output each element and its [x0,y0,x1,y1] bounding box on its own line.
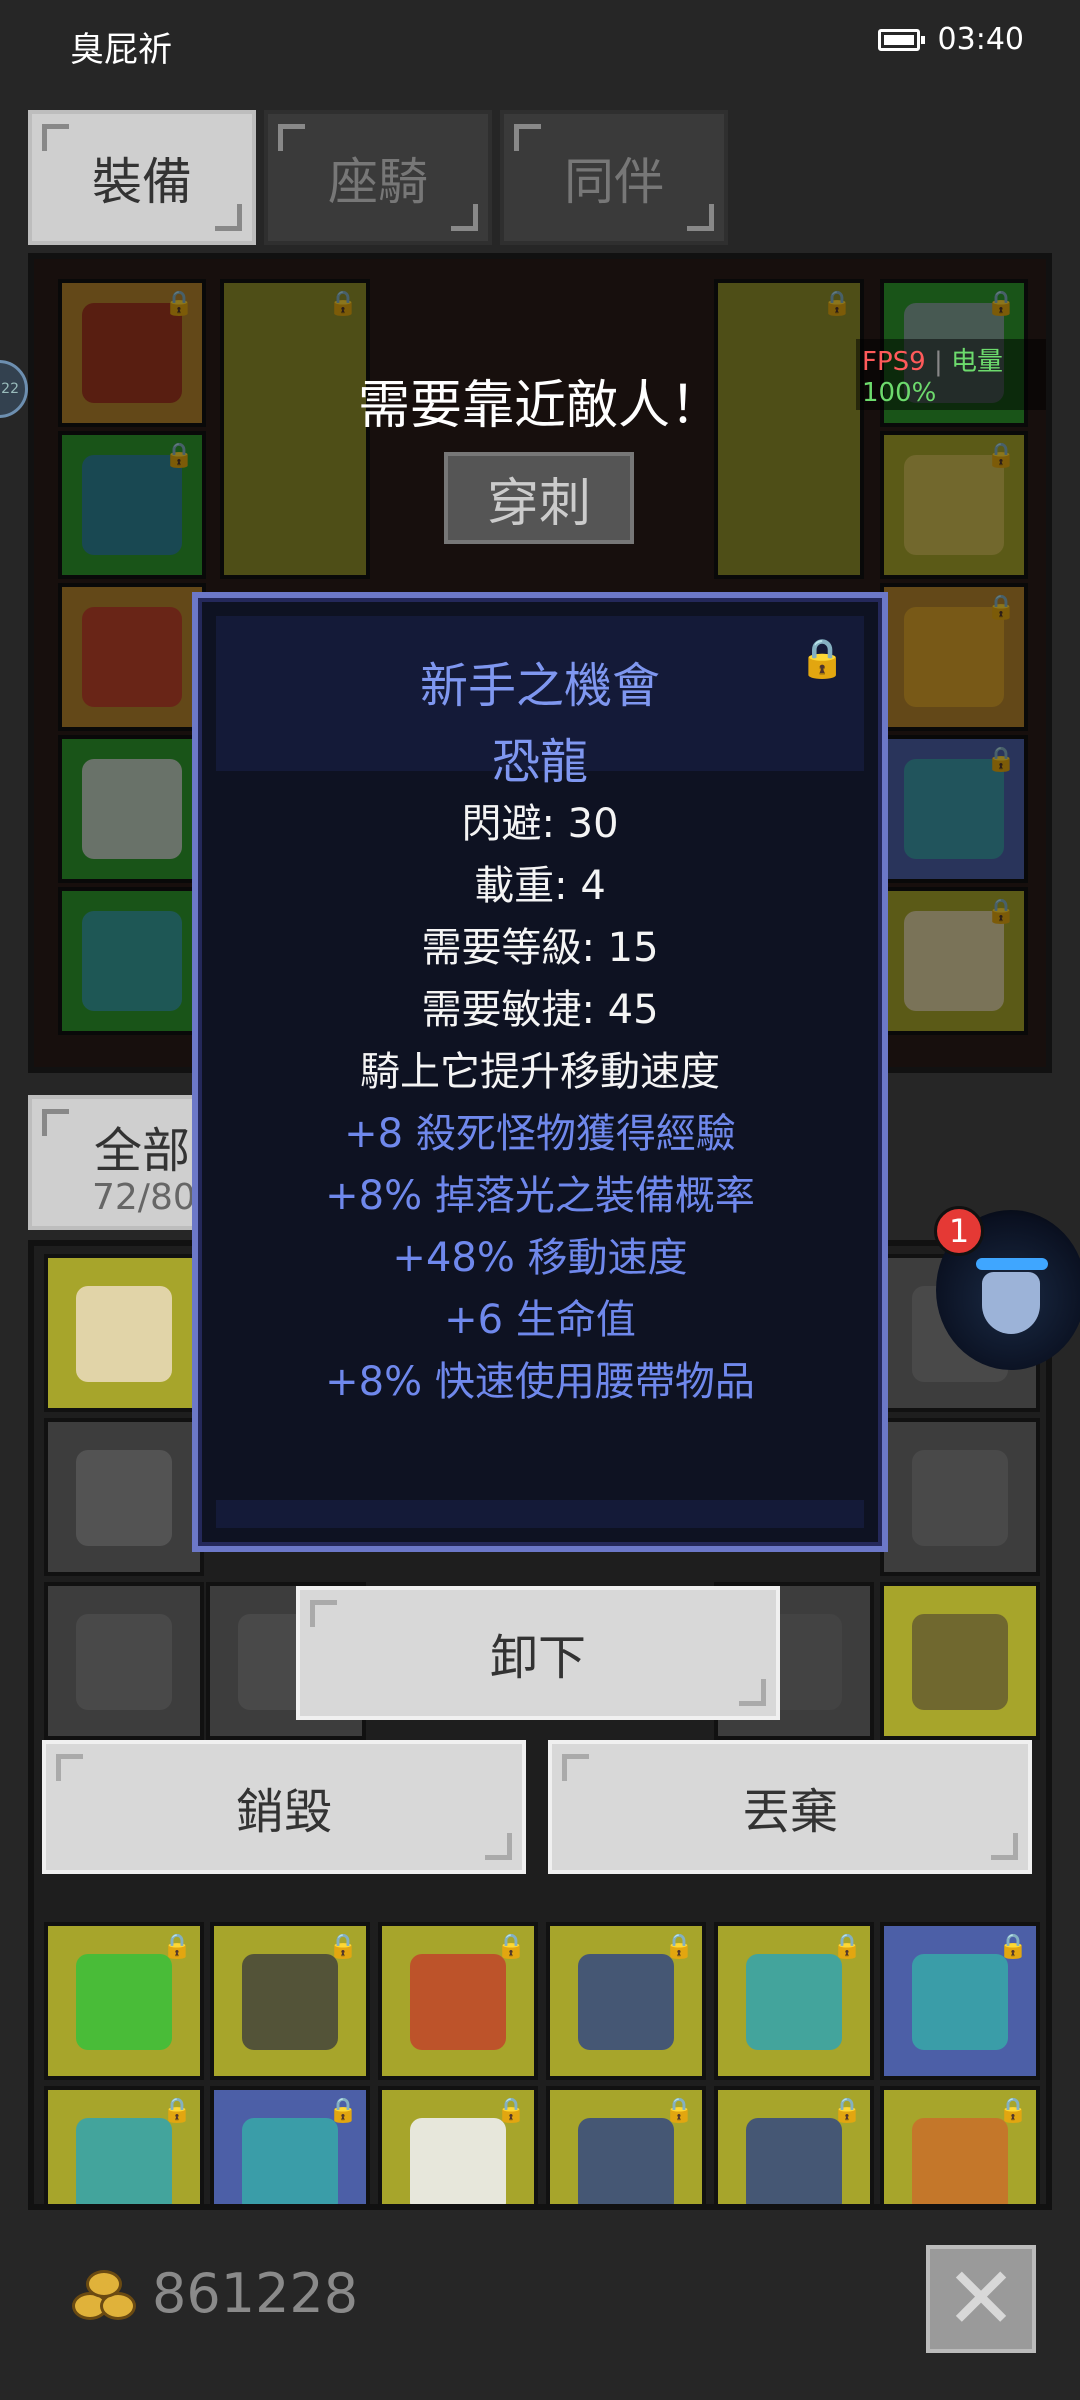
inventory-slot[interactable] [44,1254,204,1412]
stat-line: 載重: 4 [474,863,606,909]
carrier-name: 臭屁祈 [70,30,172,70]
lock-icon: 🔒 [664,2096,694,2124]
fps-label: FPS9 [862,347,926,377]
mace-icon [912,1450,1008,1546]
tab-mount[interactable]: 座騎 [264,110,492,245]
item-name: 新手之機會 [419,658,660,714]
destroy-button[interactable]: 銷毀 [42,1740,526,1874]
close-button[interactable]: ✕ [926,2245,1036,2353]
rabbit-icon [410,2118,506,2204]
penguin-icon [746,2118,842,2204]
status-bar: 臭屁祈 03:40 [0,0,1080,90]
lock-icon: 🔒 [328,1932,358,1960]
inventory-slot[interactable]: 🔒 [210,2086,370,2204]
pierce-skill-button[interactable]: 穿刺 [444,452,634,544]
inventory-slot[interactable]: 🔒 [378,1922,538,2080]
inventory-slot[interactable]: 🔒 [44,1922,204,2080]
inventory-tab-label: 全部 [94,1123,191,1179]
stat-line: 騎上它提升移動速度 [360,1049,720,1095]
lock-icon: 🔒 [998,2096,1028,2124]
inventory-slot[interactable]: 🔒 [880,1922,1040,2080]
lock-icon: 🔒 [664,1932,694,1960]
fps-power-readout: FPS9 | 电量100% [856,339,1046,410]
inventory-slot[interactable]: 🔒 [546,1922,706,2080]
lock-icon: 🔒 [496,2096,526,2124]
lock-icon[interactable]: 🔒 [799,636,846,681]
inventory-slot[interactable] [44,1418,204,1576]
side-bubble-label: 22 [1,381,19,397]
discard-button[interactable]: 丟棄 [548,1740,1032,1874]
mace-icon [76,1614,172,1710]
stat-line: 閃避: 30 [461,801,619,847]
tab-companion[interactable]: 同伴 [500,110,728,245]
mace-icon [242,1954,338,2050]
tab-label: 座騎 [328,152,428,211]
scroll-icon [912,2118,1008,2204]
armor-icon [912,1614,1008,1710]
stat-line: +8 殺死怪物獲得經驗 [344,1111,736,1157]
gold-coins-icon [72,2268,136,2324]
destroy-label: 銷毀 [235,1784,332,1840]
item-tooltip: 新手之機會 恐龍 🔒 閃避: 30 載重: 4 需要等級: 15 需要敏捷: 4… [192,592,888,1552]
clock: 03:40 [937,22,1024,57]
inventory-slot[interactable] [880,1418,1040,1576]
unequip-label: 卸下 [489,1630,586,1686]
lock-icon: 🔒 [162,1932,192,1960]
dinosaur-icon [76,2118,172,2204]
inventory-slot[interactable]: 🔒 [880,2086,1040,2204]
inventory-slot[interactable]: 🔒 [714,1922,874,2080]
status-right: 03:40 [877,22,1024,57]
stat-line: +48% 移動速度 [392,1235,688,1281]
lock-icon: 🔒 [328,2096,358,2124]
inventory-slot[interactable] [880,1582,1040,1740]
stat-line: 需要等級: 15 [421,925,659,971]
dinosaur-icon [912,1954,1008,2050]
tooltip-footer [216,1500,864,1528]
lock-icon: 🔒 [496,1932,526,1960]
dragon-icon [76,1954,172,2050]
penguin-icon [578,2118,674,2204]
inventory-slot[interactable]: 🔒 [546,2086,706,2204]
cat-companion-icon [76,1286,172,1382]
stat-line: +8% 掉落光之裝備概率 [325,1173,755,1219]
tab-label: 裝備 [92,152,192,211]
mask-icon [982,1272,1040,1334]
inventory-tab-all[interactable]: 全部 72/80 [28,1095,218,1230]
equipment-tabs: 裝備 座騎 同伴 [28,110,728,245]
stat-line: +6 生命值 [444,1297,636,1343]
side-float-bubble[interactable]: 22 [0,360,28,418]
item-type: 恐龍 [491,734,588,790]
unequip-button[interactable]: 卸下 [296,1586,780,1720]
tooltip-header: 新手之機會 恐龍 🔒 [216,616,864,790]
discard-label: 丟棄 [741,1784,838,1840]
dinosaur-icon [242,2118,338,2204]
item-stats: 閃避: 30 載重: 4 需要等級: 15 需要敏捷: 45 騎上它提升移動速度… [198,793,882,1413]
gold-amount: 861228 [152,2262,359,2325]
tab-equipment[interactable]: 裝備 [28,110,256,245]
mask-eyes-icon [976,1258,1048,1270]
inventory-slot[interactable] [44,1582,204,1740]
stat-line: 需要敏捷: 45 [421,987,659,1033]
tab-label: 同伴 [564,152,664,211]
notification-badge: 1 [934,1206,984,1256]
stat-line: +8% 快速使用腰帶物品 [325,1359,755,1405]
lock-icon: 🔒 [162,2096,192,2124]
lock-icon: 🔒 [832,2096,862,2124]
battery-icon [877,28,925,51]
lock-icon: 🔒 [998,1932,1028,1960]
close-icon: ✕ [944,2249,1018,2349]
inventory-slot[interactable]: 🔒 [44,2086,204,2204]
dinosaur-icon [746,1954,842,2050]
fps-separator: | [933,347,943,377]
penguin-icon [578,1954,674,2050]
inventory-count: 72/80 [92,1177,196,1218]
lock-icon: 🔒 [832,1932,862,1960]
inventory-slot[interactable]: 🔒 [714,2086,874,2204]
helmet-icon [76,1450,172,1546]
inventory-slot[interactable]: 🔒 [378,2086,538,2204]
inventory-slot[interactable]: 🔒 [210,1922,370,2080]
bird-icon [410,1954,506,2050]
